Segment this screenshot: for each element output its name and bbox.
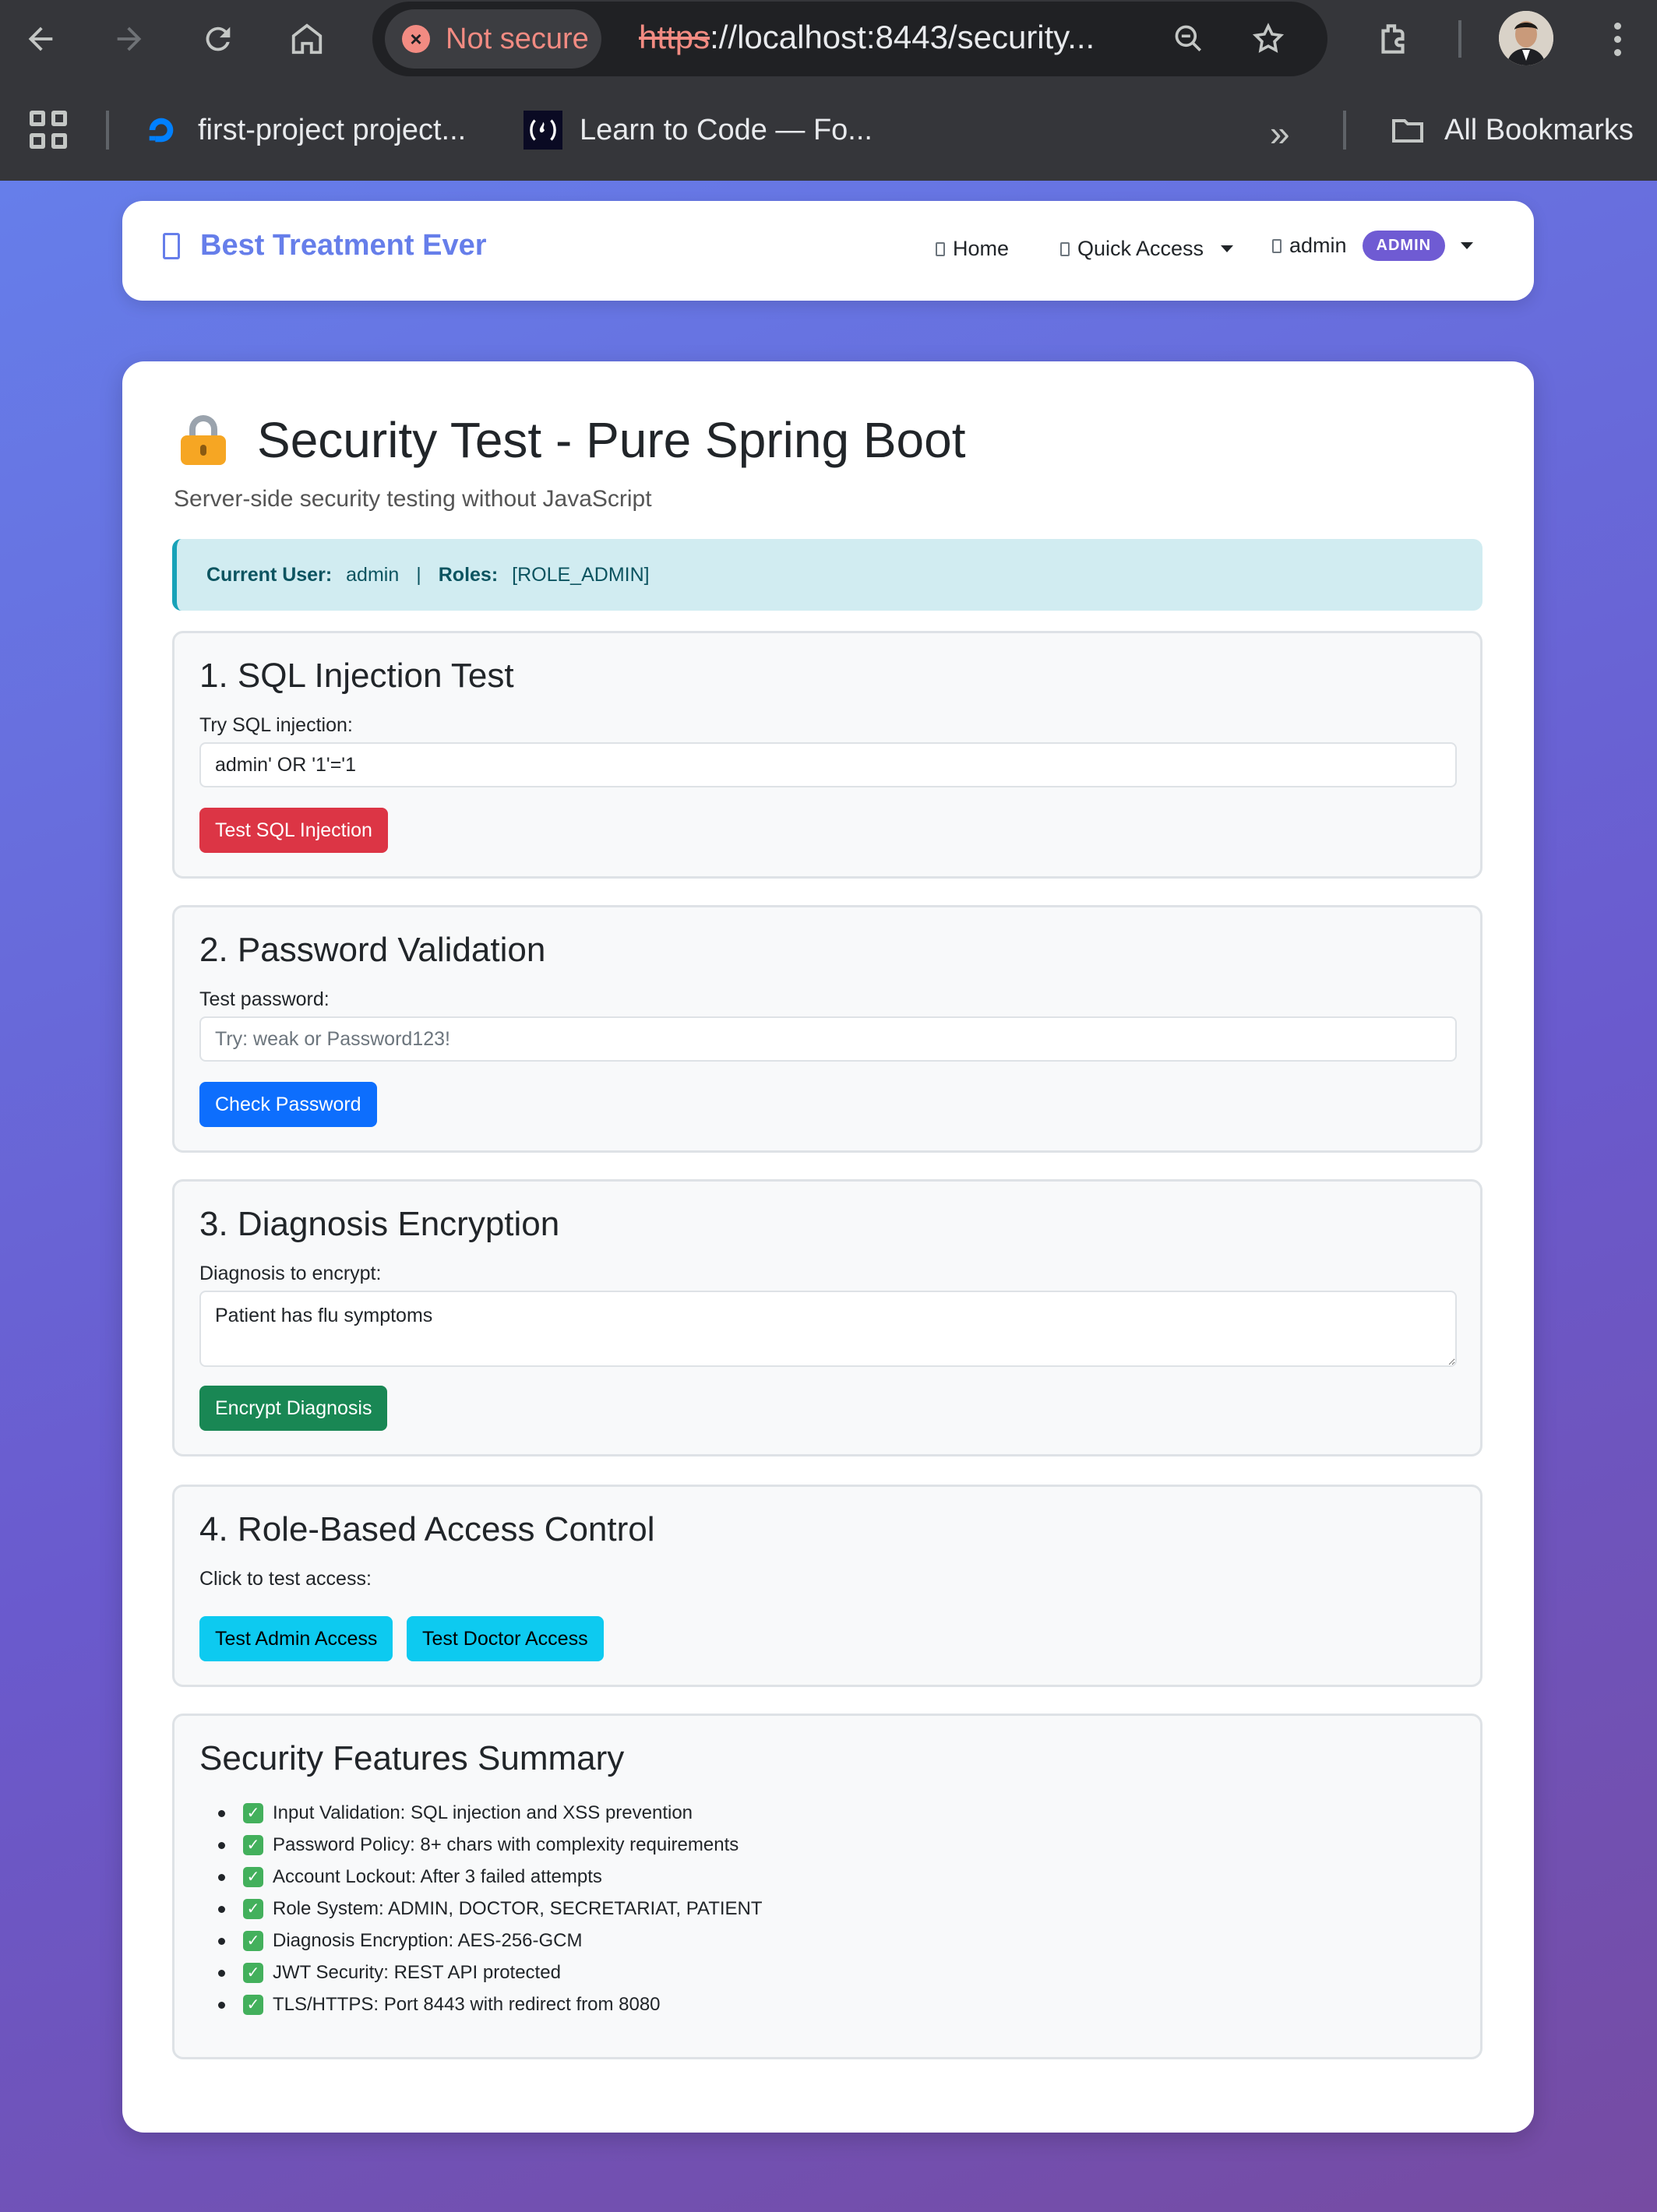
all-bookmarks-folder[interactable]: All Bookmarks	[1388, 107, 1634, 153]
toolbar-divider	[1458, 20, 1461, 58]
test-admin-access-button[interactable]: Test Admin Access	[199, 1616, 393, 1661]
role-badge: ADMIN	[1362, 231, 1446, 261]
roles-value: [ROLE_ADMIN]	[512, 563, 650, 586]
bookmark-learn-to-code[interactable]: Learn to Code — Fo...	[524, 107, 873, 153]
main-card: Security Test - Pure Spring Boot Server-…	[122, 361, 1534, 2133]
test-sql-injection-button[interactable]: Test SQL Injection	[199, 808, 388, 853]
extensions-button[interactable]	[1365, 11, 1421, 67]
check-mark-icon: ✓	[243, 1802, 263, 1823]
zoom-out-icon	[1175, 25, 1201, 51]
page-title: Security Test - Pure Spring Boot	[181, 411, 965, 469]
check-mark-icon: ✓	[243, 1930, 263, 1951]
check-mark-icon: ✓	[243, 1962, 263, 1983]
bookmarks-divider	[106, 111, 109, 150]
roles-label: Roles:	[438, 563, 499, 586]
bookmark-first-project[interactable]: first-project project...	[142, 107, 466, 153]
password-input[interactable]	[199, 1016, 1457, 1062]
current-user-label: Current User:	[206, 563, 333, 586]
diagnosis-textarea[interactable]: Patient has flu symptoms	[199, 1291, 1457, 1367]
brand-link[interactable]: Best Treatment Ever	[163, 229, 487, 262]
zoom-button[interactable]	[1162, 12, 1215, 65]
profile-avatar[interactable]	[1499, 11, 1553, 65]
list-item: ✓ JWT Security: REST API protected	[218, 1957, 763, 1988]
browser-chrome: × Not secure https://localhost:8443/secu…	[0, 0, 1657, 181]
separator: |	[416, 563, 421, 586]
encrypt-diagnosis-button[interactable]: Encrypt Diagnosis	[199, 1386, 388, 1431]
not-secure-icon: ×	[402, 25, 430, 53]
diagnosis-encryption-section: 3. Diagnosis Encryption Diagnosis to enc…	[172, 1179, 1482, 1456]
rbac-label: Click to test access:	[199, 1568, 372, 1590]
list-item: ✓ Diagnosis Encryption: AES-256-GCM	[218, 1925, 763, 1957]
bookmark-star-button[interactable]	[1242, 12, 1295, 65]
address-bar[interactable]: × Not secure https://localhost:8443/secu…	[372, 2, 1327, 76]
freecodecamp-icon	[524, 111, 562, 150]
home-button[interactable]	[279, 11, 335, 67]
current-user-alert: Current User: admin | Roles: [ROLE_ADMIN…	[172, 539, 1482, 611]
list-item: ✓ Password Policy: 8+ chars with complexi…	[218, 1829, 763, 1861]
section-title: 1. SQL Injection Test	[199, 657, 514, 695]
list-item: ✓ Account Lockout: After 3 failed attempt…	[218, 1861, 763, 1893]
password-validation-section: 2. Password Validation Test password: Ch…	[172, 905, 1482, 1153]
lightning-icon	[1060, 241, 1070, 256]
list-item: ✓ TLS/HTTPS: Port 8443 with redirect from…	[218, 1988, 763, 2020]
arrow-right-icon	[117, 26, 142, 51]
chevron-down-icon	[1461, 242, 1474, 249]
page-viewport: Best Treatment Ever Home Quick Access ad…	[0, 181, 1657, 2212]
folder-icon	[1388, 111, 1427, 150]
sql-injection-section: 1. SQL Injection Test Try SQL injection:…	[172, 631, 1482, 879]
bookmarks-divider-2	[1343, 111, 1346, 150]
house-icon	[936, 241, 945, 256]
lock-icon	[181, 415, 226, 465]
home-icon	[291, 23, 323, 55]
section-title: 3. Diagnosis Encryption	[199, 1205, 560, 1243]
reload-icon	[206, 26, 231, 51]
security-chip[interactable]: × Not secure	[385, 9, 601, 69]
check-mark-icon: ✓	[243, 1994, 263, 2015]
current-user-value: admin	[346, 563, 400, 586]
nav-home[interactable]: Home	[936, 237, 1009, 261]
hospital-icon	[163, 232, 180, 259]
back-button[interactable]	[12, 11, 69, 67]
app-navbar: Best Treatment Ever Home Quick Access ad…	[122, 201, 1534, 301]
url-text[interactable]: https://localhost:8443/security...	[639, 19, 1095, 56]
arrow-left-icon	[28, 26, 53, 51]
browser-toolbar: × Not secure https://localhost:8443/secu…	[0, 0, 1657, 78]
more-bookmarks-button[interactable]: »	[1270, 112, 1290, 154]
password-input-label: Test password:	[199, 988, 330, 1010]
list-item: ✓ Role System: ADMIN, DOCTOR, SECRETARIAT…	[218, 1893, 763, 1925]
sql-injection-input[interactable]	[199, 742, 1457, 787]
list-item: ✓ Input Validation: SQL injection and XSS…	[218, 1797, 763, 1829]
page-subtitle: Server-side security testing without Jav…	[174, 486, 652, 512]
browser-menu-button[interactable]	[1589, 11, 1645, 67]
section-title: Security Features Summary	[199, 1739, 625, 1777]
check-mark-icon: ✓	[243, 1898, 263, 1919]
features-list: ✓ Input Validation: SQL injection and XSS…	[218, 1797, 763, 2020]
bookmarks-bar: first-project project... Learn to Code —…	[0, 93, 1657, 164]
rbac-section: 4. Role-Based Access Control Click to te…	[172, 1485, 1482, 1687]
star-icon	[1252, 23, 1285, 53]
digitalocean-icon	[142, 111, 181, 150]
security-label: Not secure	[446, 22, 589, 55]
nav-user-dropdown[interactable]: admin ADMIN	[1272, 231, 1474, 261]
sql-input-label: Try SQL injection:	[199, 714, 353, 736]
section-title: 4. Role-Based Access Control	[199, 1510, 655, 1548]
forward-button[interactable]	[101, 11, 157, 67]
security-summary-section: Security Features Summary ✓ Input Validat…	[172, 1714, 1482, 2059]
check-password-button[interactable]: Check Password	[199, 1082, 377, 1127]
apps-grid-icon[interactable]	[30, 111, 69, 150]
check-mark-icon: ✓	[243, 1866, 263, 1887]
profile-photo-icon	[1499, 11, 1553, 65]
reload-button[interactable]	[190, 11, 246, 67]
nav-quick-access-dropdown[interactable]: Quick Access	[1060, 237, 1234, 261]
section-title: 2. Password Validation	[199, 931, 546, 969]
puzzle-icon	[1381, 24, 1405, 54]
diagnosis-input-label: Diagnosis to encrypt:	[199, 1263, 382, 1284]
test-doctor-access-button[interactable]: Test Doctor Access	[407, 1616, 604, 1661]
user-icon	[1272, 238, 1282, 253]
chevron-down-icon	[1221, 245, 1234, 252]
check-mark-icon: ✓	[243, 1834, 263, 1855]
